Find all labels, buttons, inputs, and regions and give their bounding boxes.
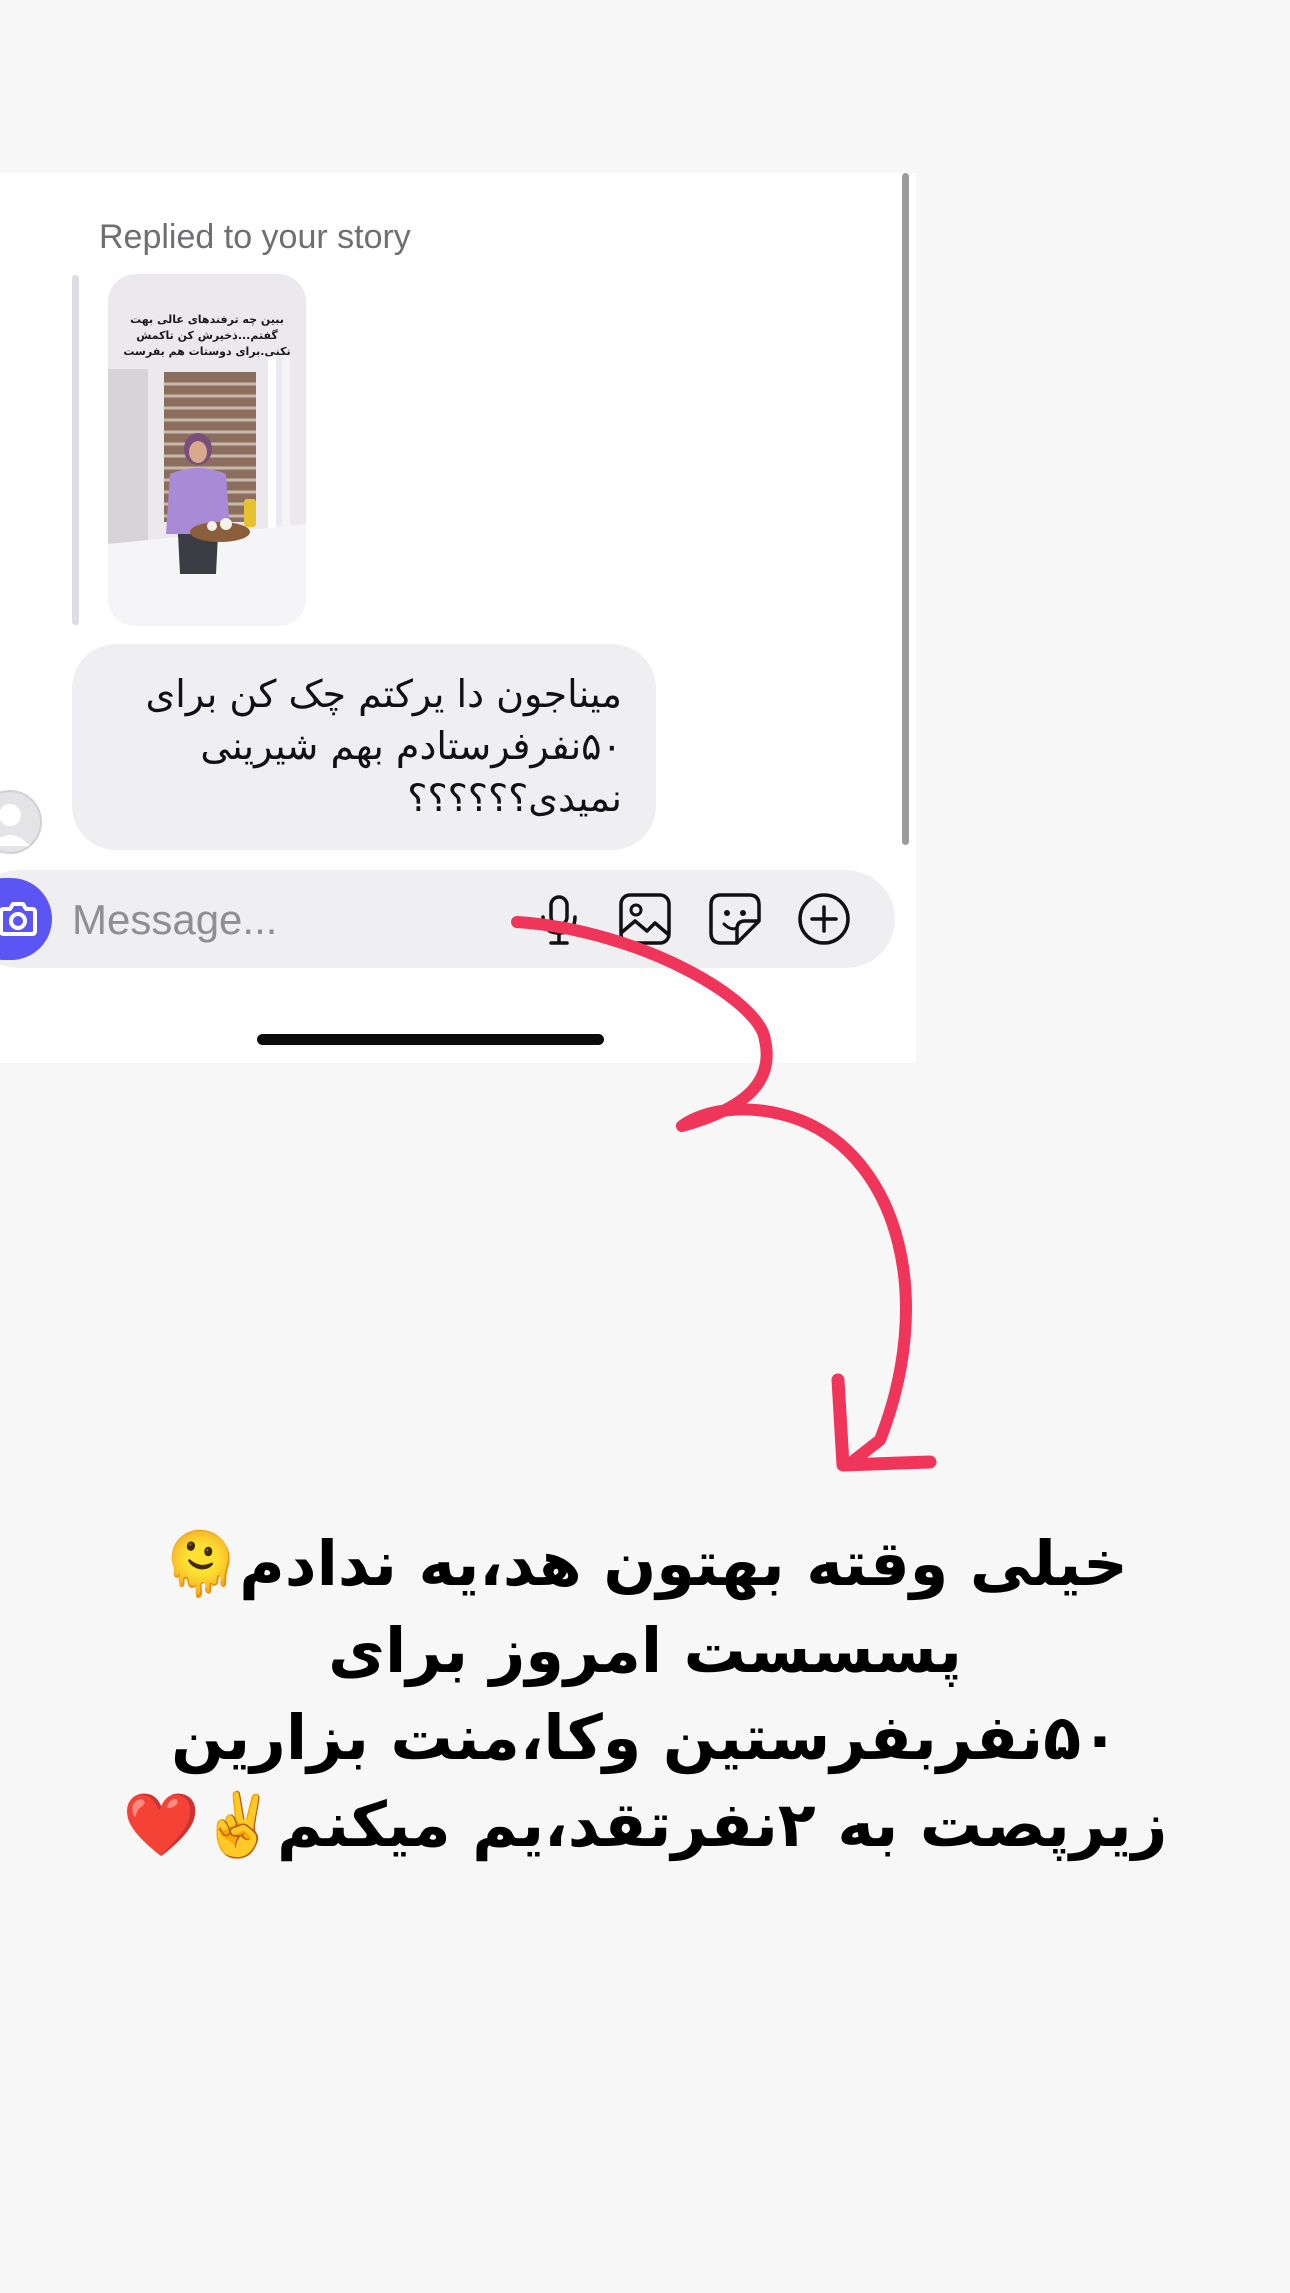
microphone-icon [541, 895, 577, 945]
annotation-text: خیلی وقته بهتون هد،یه ندادم🫠 پسسست امروز… [60, 1520, 1230, 1868]
scrollbar[interactable] [902, 173, 909, 845]
microphone-button[interactable] [531, 891, 587, 947]
story-caption: ببین چه ترفندهای عالی بهت گفتم...ذخیرش ک… [123, 313, 291, 358]
add-button[interactable] [796, 891, 852, 947]
annotation-line: ۵۰نفربفرستین وکا،منت بزارین [171, 1701, 1119, 1774]
reply-quote-bar [72, 275, 79, 625]
sticker-icon [709, 893, 761, 945]
story-thumbnail[interactable]: ببین چه ترفندهای عالی بهت گفتم...ذخیرش ک… [108, 274, 306, 626]
annotation-line: زیرپصت به ۲نفرتقد،یم میکنم✌️❤️ [122, 1788, 1168, 1861]
gallery-button[interactable] [617, 891, 673, 947]
plus-circle-icon [798, 893, 850, 945]
home-indicator [257, 1034, 604, 1045]
message-text: میناجون دا یرکتم چک کن برای ۵۰نفرفرستادم… [145, 672, 622, 820]
annotation-line: پسسست امروز برای [328, 1614, 962, 1687]
sticker-button[interactable] [707, 891, 763, 947]
message-input[interactable] [72, 892, 492, 948]
message-bubble[interactable]: میناجون دا یرکتم چک کن برای ۵۰نفرفرستادم… [72, 644, 656, 850]
replied-to-story-label: Replied to your story [99, 218, 411, 256]
camera-icon [0, 902, 37, 936]
annotation-line: خیلی وقته بهتون هد،یه ندادم🫠 [162, 1527, 1128, 1600]
image-icon [619, 893, 671, 945]
